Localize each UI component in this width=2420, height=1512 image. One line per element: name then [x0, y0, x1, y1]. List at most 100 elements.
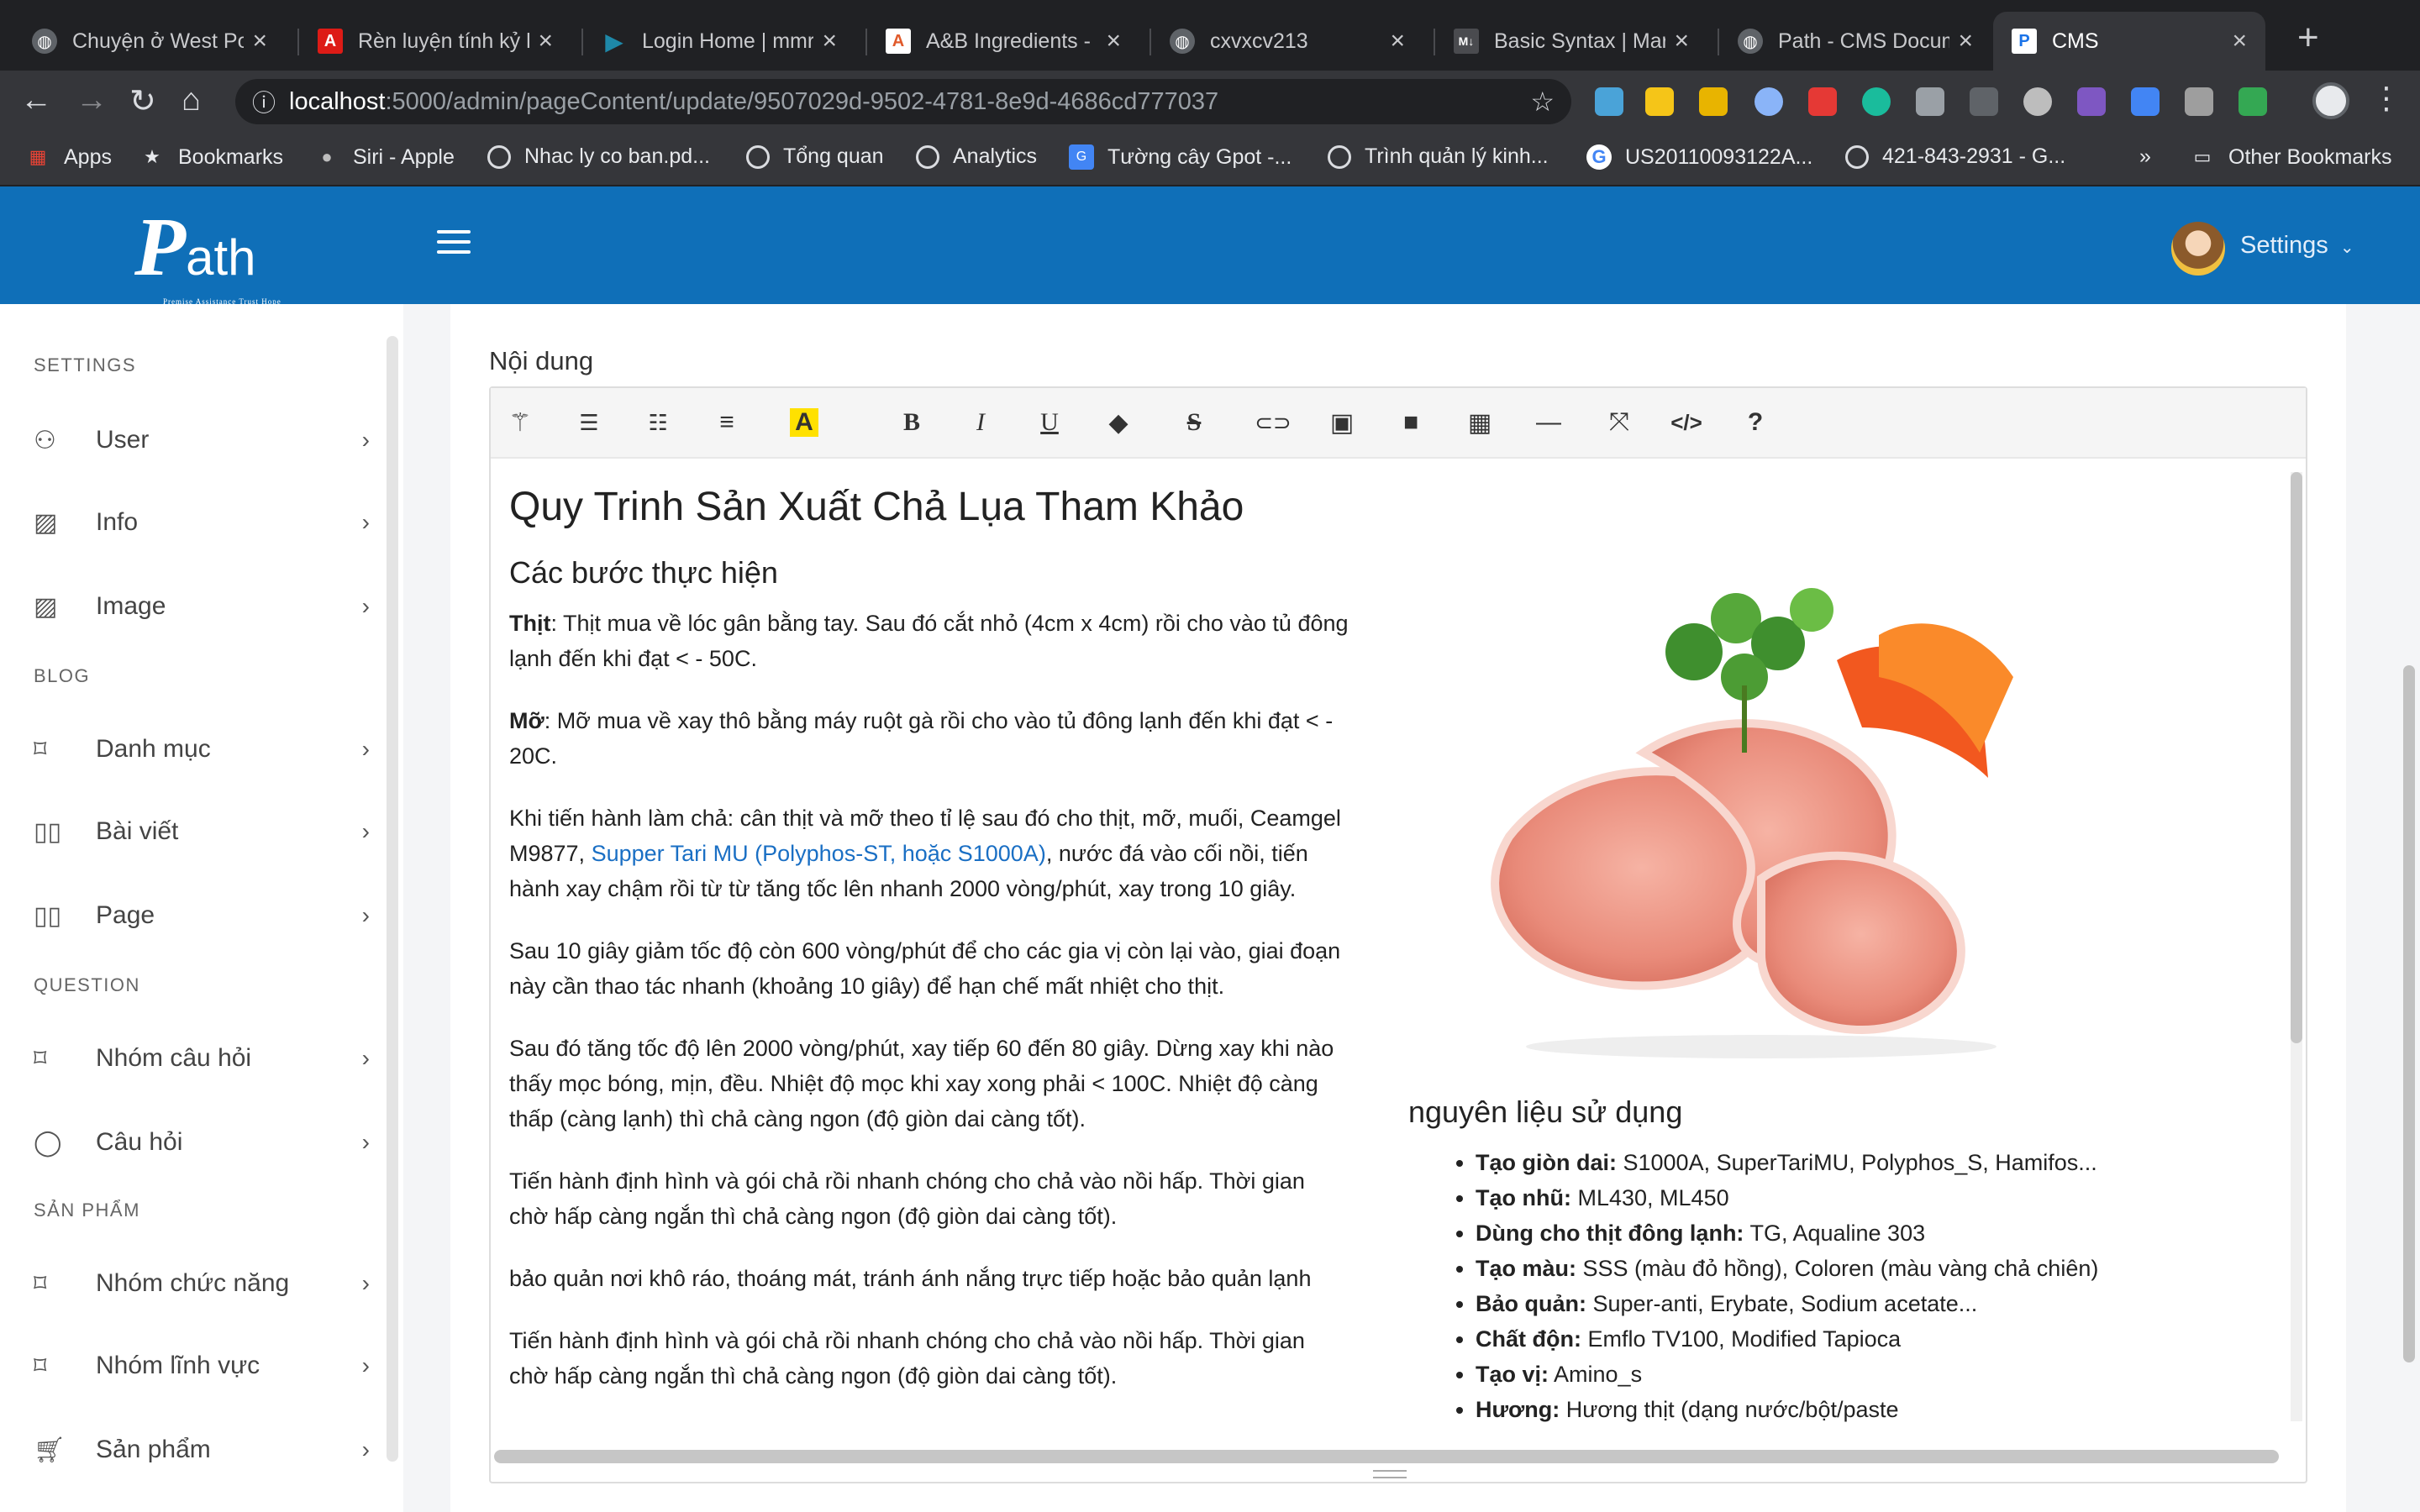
- bookmark-nhac-ly[interactable]: Nhac ly co ban.pd...: [487, 144, 710, 169]
- extension-purple-icon[interactable]: [2077, 87, 2106, 116]
- more-bookmarks-button[interactable]: »: [2139, 144, 2151, 169]
- tag-icon: ⌑: [34, 1352, 47, 1380]
- bookmark-patent[interactable]: G US20110093122A...: [1586, 144, 1812, 170]
- book-icon: ▯▯: [34, 901, 62, 930]
- sidebar-item-bai-viet[interactable]: ▯▯ Bài viết ›: [34, 806, 370, 857]
- bookmark-phone[interactable]: 421-843-2931 - G...: [1845, 144, 2065, 169]
- scrollbar-thumb[interactable]: [2291, 472, 2302, 1043]
- extension-db-icon[interactable]: [2023, 87, 2052, 116]
- extension-ruler-icon[interactable]: [1645, 87, 1674, 116]
- bookmark-bookmarks[interactable]: ★ Bookmarks: [139, 144, 283, 170]
- extension-green-icon[interactable]: [2238, 87, 2267, 116]
- close-tab-icon[interactable]: ×: [1390, 27, 1405, 55]
- editor-content-area[interactable]: Quy Trinh Sản Xuất Chả Lụa Tham Khảo Các…: [491, 459, 2281, 1448]
- reload-icon[interactable]: ↻: [129, 82, 156, 120]
- bookmark-tong-quan[interactable]: Tổng quan: [746, 144, 884, 169]
- sidebar-item-page[interactable]: ▯▯ Page ›: [34, 890, 370, 941]
- angular-icon: A: [318, 29, 343, 54]
- magic-wand-icon[interactable]: ⚚: [499, 403, 541, 442]
- path-logo[interactable]: Path Premise Assistance Trust Hope: [134, 205, 281, 307]
- close-tab-icon[interactable]: ×: [1958, 27, 1973, 55]
- browser-tab[interactable]: M↓ Basic Syntax | Mar ×: [1435, 12, 1707, 71]
- avatar[interactable]: [2171, 222, 2225, 276]
- browser-tab-active[interactable]: P CMS ×: [1993, 12, 2265, 71]
- sidebar-item-nhom-chuc-nang[interactable]: ⌑ Nhóm chức năng ›: [34, 1258, 370, 1309]
- image-icon: ▨: [34, 508, 58, 537]
- close-tab-icon[interactable]: ×: [538, 27, 553, 55]
- ordered-list-icon[interactable]: ☷: [637, 403, 679, 442]
- settings-dropdown[interactable]: Settings ⌄: [2240, 232, 2354, 260]
- address-bar[interactable]: ⓘ localhost:5000/admin/pageContent/updat…: [235, 79, 1571, 124]
- bookmark-analytics[interactable]: Analytics: [916, 144, 1037, 169]
- highlight-color-icon[interactable]: A: [783, 403, 825, 442]
- italic-icon[interactable]: I: [960, 403, 1002, 442]
- fullscreen-icon[interactable]: ⤧: [1598, 403, 1640, 442]
- page-scrollbar[interactable]: [2403, 665, 2415, 1362]
- sidebar-item-info[interactable]: ▨ Info ›: [34, 497, 370, 548]
- hamburger-menu-icon[interactable]: [437, 230, 471, 257]
- close-tab-icon[interactable]: ×: [1674, 27, 1689, 55]
- back-arrow-icon[interactable]: ←: [20, 82, 52, 118]
- extension-drive-icon[interactable]: [1916, 87, 1944, 116]
- strikethrough-icon[interactable]: S: [1173, 403, 1215, 442]
- editor-horizontal-scrollbar[interactable]: [494, 1450, 2279, 1463]
- table-icon[interactable]: ▦: [1459, 403, 1501, 442]
- extension-gray-icon[interactable]: [2185, 87, 2213, 116]
- align-icon[interactable]: ≡: [706, 403, 748, 442]
- underline-icon[interactable]: U: [1028, 403, 1071, 442]
- browser-tab[interactable]: A Rèn luyện tính kỷ l ×: [299, 12, 571, 71]
- browser-tab[interactable]: ▶ Login Home | mmr ×: [583, 12, 855, 71]
- sidebar-item-cau-hoi[interactable]: ◯ Câu hỏi ›: [34, 1117, 370, 1168]
- extension-pen-icon[interactable]: [1595, 87, 1623, 116]
- extension-react-icon[interactable]: [1754, 87, 1783, 116]
- browser-tab[interactable]: ◍ cxvxcv213 ×: [1151, 12, 1423, 71]
- other-bookmarks[interactable]: ▭ Other Bookmarks: [2190, 144, 2392, 170]
- eraser-icon[interactable]: ◆: [1097, 403, 1139, 442]
- sidebar-item-nhom-linh-vuc[interactable]: ⌑ Nhóm lĩnh vực ›: [34, 1341, 370, 1391]
- bookmark-gpot[interactable]: G Tường cây Gpot -...: [1069, 144, 1292, 170]
- close-tab-icon[interactable]: ×: [1106, 27, 1121, 55]
- close-tab-icon[interactable]: ×: [822, 27, 837, 55]
- profile-icon[interactable]: [2312, 82, 2349, 119]
- horizontal-rule-icon[interactable]: —: [1528, 403, 1570, 442]
- sidebar-scrollbar[interactable]: [387, 336, 398, 1462]
- bookmark-siri[interactable]: ● Siri - Apple: [314, 144, 455, 170]
- bookmark-trinh-quan-ly[interactable]: Trình quản lý kinh...: [1328, 144, 1549, 169]
- sidebar-section-title: QUESTION: [34, 974, 140, 995]
- sidebar-item-nhom-cau-hoi[interactable]: ⌑ Nhóm câu hỏi ›: [34, 1033, 370, 1084]
- extension-code-icon[interactable]: [1970, 87, 1998, 116]
- list-item: Tạo màu: SSS (màu đỏ hồng), Coloren (màu…: [1476, 1251, 2165, 1286]
- more-menu-icon[interactable]: ⋮: [2371, 81, 2402, 116]
- bookmark-apps[interactable]: ▦ Apps: [25, 144, 112, 170]
- home-icon[interactable]: ⌂: [182, 82, 201, 118]
- ingredient-link[interactable]: Supper Tari MU (Polyphos-ST, hoặc S1000A…: [592, 841, 1046, 866]
- code-view-icon[interactable]: </>: [1665, 403, 1707, 442]
- new-tab-button[interactable]: +: [2297, 17, 2319, 59]
- ham-slices-image[interactable]: [1442, 559, 2055, 1063]
- unordered-list-icon[interactable]: ☰: [568, 403, 610, 442]
- forward-arrow-icon[interactable]: →: [76, 82, 108, 118]
- editor-resize-handle[interactable]: [1373, 1470, 1407, 1478]
- sidebar-item-san-pham[interactable]: 🛒︎ Sản phẩm ›: [34, 1425, 370, 1475]
- browser-tab[interactable]: ◍ Chuyện ở West Po ×: [13, 12, 286, 71]
- browser-tab[interactable]: ◍ Path - CMS Docum ×: [1719, 12, 1991, 71]
- extension-sq-icon[interactable]: [1699, 87, 1728, 116]
- extension-red-icon[interactable]: [1808, 87, 1837, 116]
- close-tab-icon[interactable]: ×: [2232, 27, 2247, 55]
- bold-icon[interactable]: B: [891, 403, 933, 442]
- info-icon[interactable]: ⓘ: [252, 85, 276, 118]
- bookmark-star-icon[interactable]: ☆: [1530, 86, 1555, 118]
- video-icon[interactable]: ■: [1390, 403, 1432, 442]
- extension-teal-icon[interactable]: [1862, 87, 1891, 116]
- sidebar-item-user[interactable]: ⚇ User ›: [34, 415, 370, 465]
- extension-blue-icon[interactable]: [2131, 87, 2160, 116]
- browser-tab[interactable]: A A&B Ingredients - ×: [867, 12, 1139, 71]
- link-icon[interactable]: ⊂⊃: [1252, 403, 1294, 442]
- close-tab-icon[interactable]: ×: [252, 27, 267, 55]
- picture-icon[interactable]: ▣: [1321, 403, 1363, 442]
- help-icon[interactable]: ?: [1734, 403, 1776, 442]
- sidebar-item-image[interactable]: ▨ Image ›: [34, 581, 370, 632]
- editor-vertical-scrollbar[interactable]: [2291, 472, 2302, 1421]
- sidebar-item-danh-muc[interactable]: ⌑ Danh mục ›: [34, 724, 370, 774]
- sidebar-section-title: SETTINGS: [34, 354, 137, 375]
